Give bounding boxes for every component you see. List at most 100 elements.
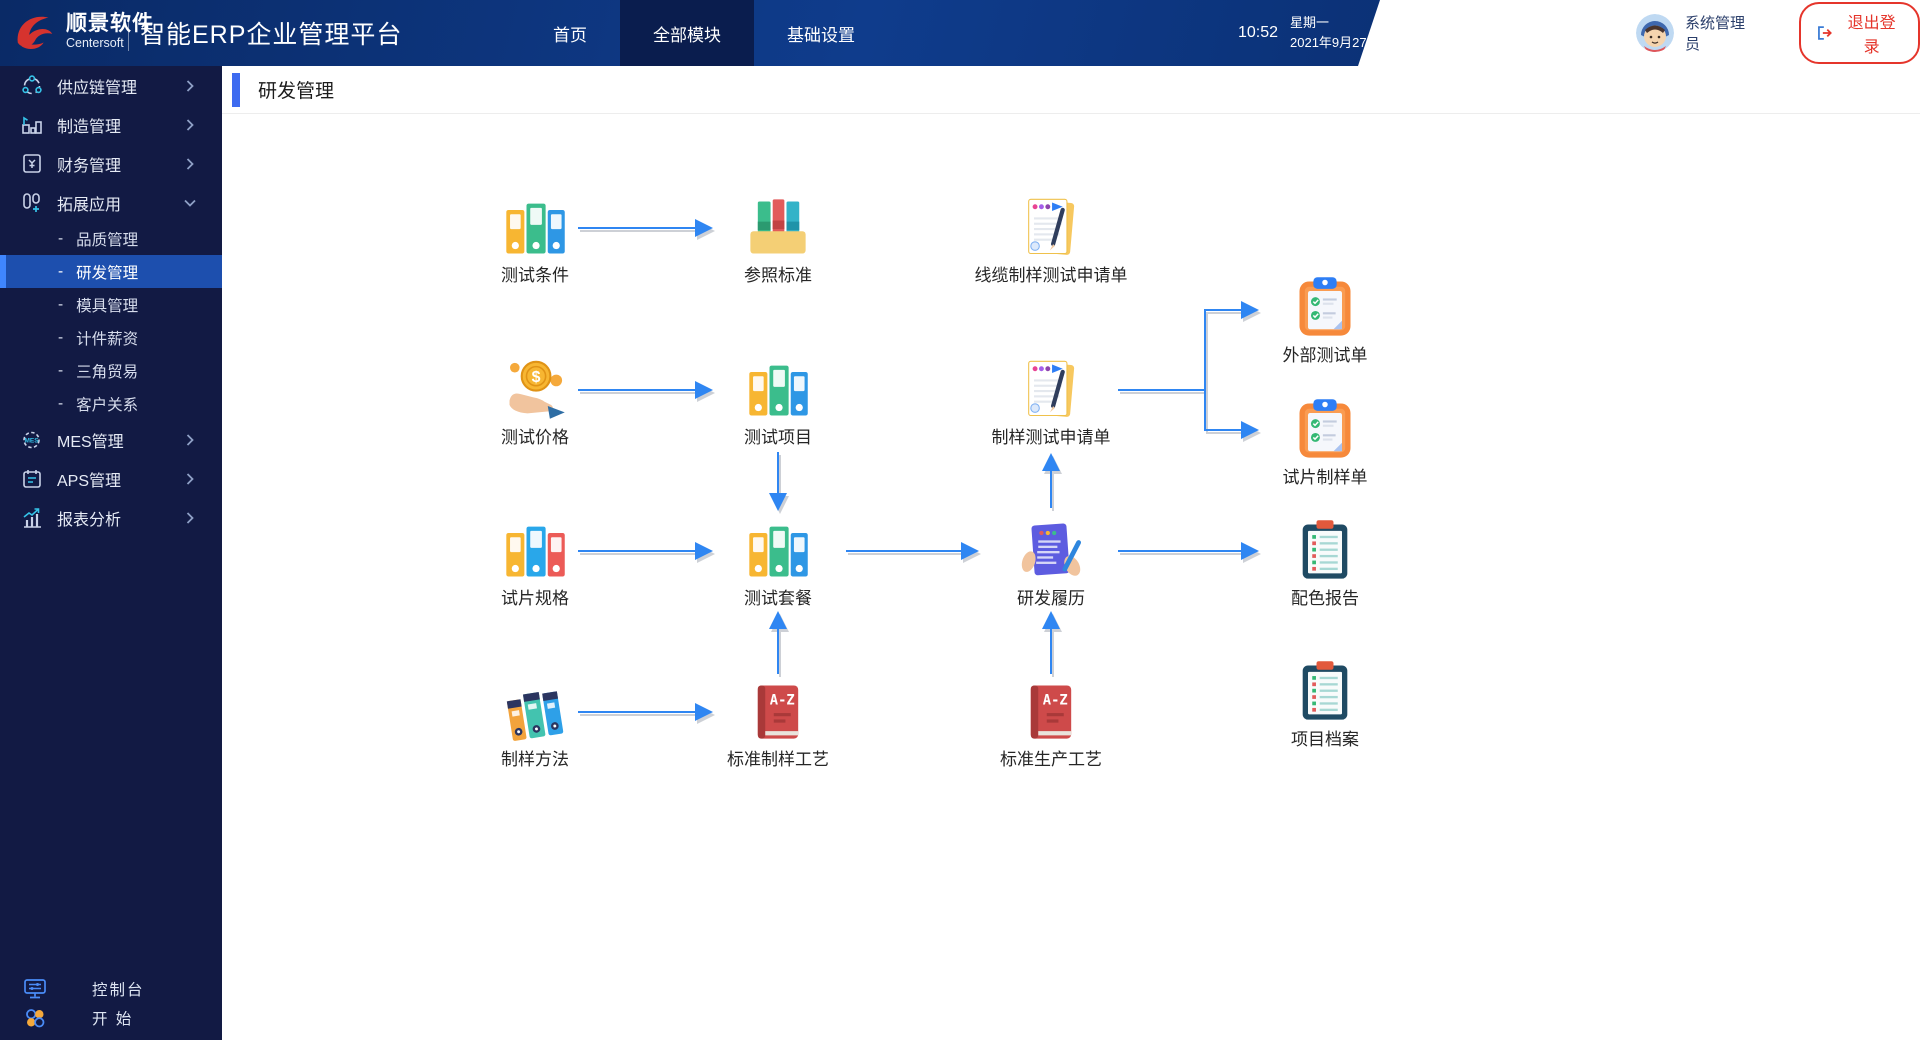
flow-node-label: 制样方法 xyxy=(501,750,569,770)
nav-tab-basic-settings[interactable]: 基础设置 xyxy=(754,0,888,66)
sidebar-item-label: MES管理 xyxy=(57,428,124,452)
clipboard-navy-icon xyxy=(1291,658,1359,726)
doc-pen-icon xyxy=(1017,356,1085,424)
top-nav: 首页全部模块基础设置 xyxy=(520,0,888,66)
page-header: 研发管理 xyxy=(222,66,1920,114)
start-icon xyxy=(22,1005,48,1031)
console-icon xyxy=(22,976,48,1002)
binders-a-icon xyxy=(501,194,569,262)
clipboard-orange-icon xyxy=(1291,396,1359,464)
avatar[interactable] xyxy=(1636,14,1674,52)
flow-node-test-item[interactable]: 测试项目 xyxy=(673,356,883,448)
person-writing-icon xyxy=(1017,517,1085,585)
subitem-dash: - xyxy=(58,230,63,248)
sidebar-item-label: 拓展应用 xyxy=(57,191,121,215)
clock-time: 10:52 xyxy=(1238,0,1278,66)
centersoft-logo-icon xyxy=(12,8,58,54)
username: 系统管理员 xyxy=(1685,12,1759,54)
sidebar-subitem-label: 模具管理 xyxy=(76,294,138,316)
erp-app-window: 测试条件 参照标准 线缆制样测试申请单测试价格测试项目制样测试申请单 外部测试单试片制… xyxy=(0,0,1920,1040)
footer-label: 开 始 xyxy=(92,1007,133,1029)
sidebar-footer-console[interactable]: 控制台 xyxy=(0,974,222,1003)
footer-label: 控制台 xyxy=(92,978,145,1000)
flow-node-label: 测试条件 xyxy=(501,266,569,286)
flow-node-label: 线缆制样测试申请单 xyxy=(975,266,1128,286)
flow-node-label: 参照标准 xyxy=(744,266,812,286)
subitem-dash: - xyxy=(58,362,63,380)
flow-node-test-condition[interactable]: 测试条件 xyxy=(430,194,640,286)
flow-node-sample-method[interactable]: 制样方法 xyxy=(430,678,640,770)
clipboard-navy-icon xyxy=(1291,517,1359,585)
flow-node-label: 试片规格 xyxy=(501,589,569,609)
side-menu: 供应链管理制造管理财务管理拓展应用-品质管理-研发管理-模具管理-计件薪资-三角… xyxy=(0,66,222,537)
sidebar-item-label: APS管理 xyxy=(57,467,121,491)
chevron-right-icon xyxy=(186,434,194,446)
flow-node-rd-history[interactable]: 研发履历 xyxy=(946,517,1156,609)
sidebar-footer-start[interactable]: 开 始 xyxy=(0,1003,222,1032)
top-navbar: 顺景软件 Centersoft 智能ERP企业管理平台 首页全部模块基础设置 1… xyxy=(0,0,1920,66)
flow-node-specimen-spec[interactable]: 试片规格 xyxy=(430,517,640,609)
aps-icon xyxy=(20,467,44,491)
mes-icon xyxy=(20,428,44,452)
sidebar-item-extended-apps[interactable]: 拓展应用 xyxy=(0,183,222,222)
binders-a-icon xyxy=(744,356,812,424)
flow-node-label: 制样测试申请单 xyxy=(992,428,1111,448)
flow-node-test-price[interactable]: 测试价格 xyxy=(430,356,640,448)
sidebar-footer: 控制台开 始 xyxy=(0,974,222,1032)
flow-node-specimen-sample-sheet[interactable]: 试片制样单 xyxy=(1220,396,1430,488)
subitem-dash: - xyxy=(58,329,63,347)
manufacturing-icon xyxy=(20,113,44,137)
sidebar-subitem-customer-relation[interactable]: -客户关系 xyxy=(0,387,222,420)
nav-tab-home[interactable]: 首页 xyxy=(520,0,620,66)
title-accent-bar xyxy=(232,73,240,107)
logout-label: 退出登录 xyxy=(1840,9,1903,57)
sidebar-subitem-rd-mgmt[interactable]: -研发管理 xyxy=(0,255,222,288)
supply-chain-icon xyxy=(20,74,44,98)
sidebar-item-label: 供应链管理 xyxy=(57,74,137,98)
book-az-icon xyxy=(744,678,812,746)
flow-node-project-archive[interactable]: 项目档案 xyxy=(1220,658,1430,750)
flow-node-label: 标准生产工艺 xyxy=(1000,750,1102,770)
flow-node-color-report[interactable]: 配色报告 xyxy=(1220,517,1430,609)
subitem-dash: - xyxy=(58,296,63,314)
sidebar-subitem-label: 客户关系 xyxy=(76,393,138,415)
header-user-area: 系统管理员 退出登录 xyxy=(1358,0,1920,66)
subitem-dash: - xyxy=(58,263,63,281)
sidebar-subitem-piece-wage[interactable]: -计件薪资 xyxy=(0,321,222,354)
chevron-right-icon xyxy=(186,473,194,485)
sidebar-subitem-mold-mgmt[interactable]: -模具管理 xyxy=(0,288,222,321)
flow-node-label: 项目档案 xyxy=(1291,730,1359,750)
sidebar-item-report-analysis[interactable]: 报表分析 xyxy=(0,498,222,537)
flow-node-cable-sample-test-request[interactable]: 线缆制样测试申请单 xyxy=(946,194,1156,286)
logout-button[interactable]: 退出登录 xyxy=(1799,2,1920,64)
flow-node-standard-production-process[interactable]: 标准生产工艺 xyxy=(946,678,1156,770)
sidebar-item-manufacturing[interactable]: 制造管理 xyxy=(0,105,222,144)
flow-node-external-test-sheet[interactable]: 外部测试单 xyxy=(1220,274,1430,366)
flow-node-label: 测试套餐 xyxy=(744,589,812,609)
sidebar-item-mes[interactable]: MES管理 xyxy=(0,420,222,459)
sidebar-subitem-triangle-trade[interactable]: -三角贸易 xyxy=(0,354,222,387)
page-title: 研发管理 xyxy=(258,76,334,103)
logo[interactable]: 顺景软件 Centersoft xyxy=(12,8,154,54)
folders-tilted-icon xyxy=(501,678,569,746)
finance-icon xyxy=(20,152,44,176)
sidebar-subitem-quality-mgmt[interactable]: -品质管理 xyxy=(0,222,222,255)
flow-node-test-package[interactable]: 测试套餐 xyxy=(673,517,883,609)
sidebar-item-label: 制造管理 xyxy=(57,113,121,137)
flow-node-reference-standard[interactable]: 参照标准 xyxy=(673,194,883,286)
hand-coin-icon xyxy=(501,356,569,424)
nav-tab-all-modules[interactable]: 全部模块 xyxy=(620,0,754,66)
sidebar-item-finance[interactable]: 财务管理 xyxy=(0,144,222,183)
subitem-dash: - xyxy=(58,395,63,413)
sidebar-item-supply-chain[interactable]: 供应链管理 xyxy=(0,66,222,105)
logout-icon xyxy=(1816,25,1834,41)
chevron-right-icon xyxy=(186,80,194,92)
extended-apps-icon xyxy=(20,191,44,215)
flow-node-label: 外部测试单 xyxy=(1283,346,1368,366)
weekday: 星期一 xyxy=(1290,13,1380,33)
flow-node-label: 配色报告 xyxy=(1291,589,1359,609)
flow-node-sample-test-request[interactable]: 制样测试申请单 xyxy=(946,356,1156,448)
flow-node-standard-sample-process[interactable]: 标准制样工艺 xyxy=(673,678,883,770)
app-title: 智能ERP企业管理平台 xyxy=(140,0,402,66)
sidebar-item-aps[interactable]: APS管理 xyxy=(0,459,222,498)
